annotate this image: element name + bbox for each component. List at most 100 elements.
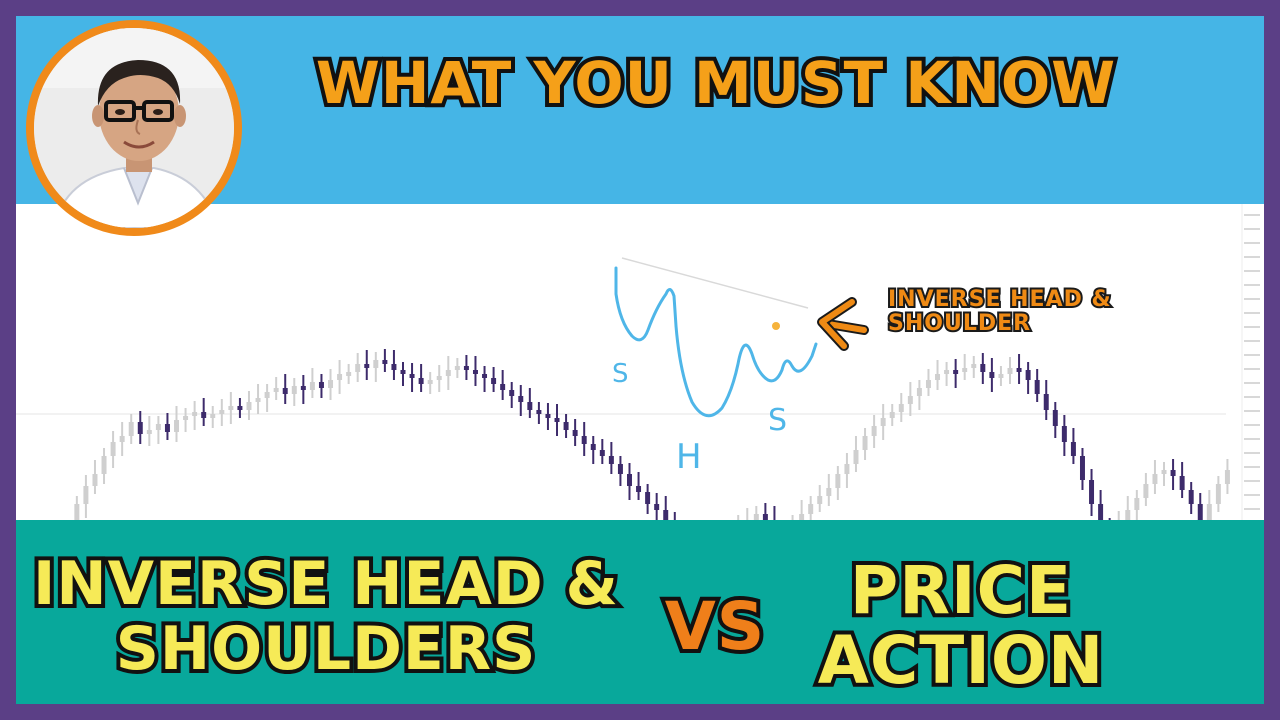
head-label: H <box>676 437 702 477</box>
candle-body <box>273 388 279 392</box>
candle-body <box>174 420 179 432</box>
candle-body <box>1089 480 1095 504</box>
price-scale-tick <box>1244 354 1260 356</box>
candle-body <box>482 374 488 378</box>
price-scale-tick <box>1244 368 1260 370</box>
candle-body <box>1043 394 1049 410</box>
pattern-drawing <box>614 266 818 418</box>
candle-body <box>853 450 859 464</box>
topic-left-line-1: INVERSE HEAD & <box>29 548 622 621</box>
candle-body <box>436 376 442 380</box>
candle-body <box>935 374 941 380</box>
candle-body <box>1007 368 1013 374</box>
candle-body <box>228 406 234 410</box>
candle-body <box>599 450 605 456</box>
candle-body <box>608 456 614 464</box>
candle-body <box>328 380 334 388</box>
candle-body <box>962 368 968 372</box>
candle-body <box>989 372 995 378</box>
candle-body <box>110 442 116 456</box>
candle-body <box>1016 368 1022 372</box>
neckline <box>621 257 809 309</box>
price-scale-tick <box>1244 214 1260 216</box>
candle-body <box>998 374 1004 378</box>
candle-body <box>472 370 478 374</box>
price-scale-tick <box>1244 256 1260 258</box>
candle-body <box>590 444 596 450</box>
candle-body <box>980 364 986 372</box>
candle-body <box>1224 470 1230 484</box>
candle-body <box>826 488 832 496</box>
candle-body <box>1134 498 1140 510</box>
candle-body <box>627 474 632 486</box>
candle-body <box>907 396 913 404</box>
candlestick-chart: S H S <box>16 204 1260 520</box>
topic-right-line-1: PRICE <box>846 552 1075 630</box>
price-scale-tick <box>1244 312 1260 314</box>
candle-body <box>1098 504 1104 520</box>
candle-body <box>808 504 814 514</box>
left-shoulder-label: S <box>612 359 629 389</box>
candle-body <box>337 374 343 380</box>
candle-body <box>617 464 623 474</box>
candle-body <box>219 410 225 414</box>
candle-body <box>1170 470 1176 476</box>
candle-body <box>581 436 587 444</box>
candle-body <box>817 496 823 504</box>
price-scale-tick <box>1244 242 1260 244</box>
candle-body <box>572 430 578 436</box>
price-scale-tick <box>1244 382 1260 384</box>
candle-body <box>1179 476 1185 490</box>
candle-body <box>545 414 551 418</box>
price-scale-tick <box>1244 270 1260 272</box>
candle-body <box>119 436 125 442</box>
candle-body <box>527 402 533 410</box>
price-chart: S H S <box>16 204 1264 520</box>
callout-line-1: INVERSE HEAD & <box>886 285 1113 313</box>
candle-body <box>83 486 89 504</box>
candle-body <box>309 382 315 390</box>
price-scale-tick <box>1244 494 1260 496</box>
candle-body <box>246 402 252 410</box>
candle-body <box>364 364 370 368</box>
price-scale-tick <box>1244 228 1260 230</box>
candle-body <box>318 382 324 388</box>
topic-right-line-2: ACTION <box>814 621 1107 699</box>
candle-body <box>536 410 542 414</box>
topic-price-action: PRICE ACTION <box>806 552 1116 700</box>
candle-body <box>164 424 170 432</box>
candle-body <box>454 366 460 370</box>
candle-body <box>518 396 524 402</box>
price-scale-tick <box>1244 466 1260 468</box>
candle-body <box>409 374 415 378</box>
candle-body <box>871 426 877 436</box>
candle-body <box>74 504 80 520</box>
candle-body <box>971 364 977 368</box>
callout-arrow-icon <box>817 297 869 351</box>
candle-body <box>953 370 959 374</box>
candle-body <box>1215 484 1221 504</box>
candle-body <box>563 422 569 430</box>
presenter-avatar <box>26 20 242 236</box>
candle-body <box>463 366 469 370</box>
topic-left-line-2: SHOULDERS <box>112 613 540 686</box>
candle-body <box>1188 490 1194 504</box>
candle-body <box>916 388 922 396</box>
candle-body <box>101 456 107 474</box>
price-scale-tick <box>1244 424 1260 426</box>
candle-body <box>654 504 660 510</box>
candle-body <box>1197 504 1203 520</box>
candle-body <box>1206 504 1212 520</box>
price-scale-tick <box>1244 396 1260 398</box>
candle-body <box>264 392 270 398</box>
callout-line-2: SHOULDER <box>886 309 1032 337</box>
candle-body <box>509 390 515 396</box>
candle-body <box>835 474 841 488</box>
candle-body <box>663 510 669 520</box>
candle-body <box>1143 484 1149 498</box>
candle-body <box>146 430 152 434</box>
price-scale <box>1244 214 1260 510</box>
candle-body <box>636 486 642 492</box>
right-shoulder-label: S <box>768 403 787 438</box>
candle-body <box>373 360 379 368</box>
